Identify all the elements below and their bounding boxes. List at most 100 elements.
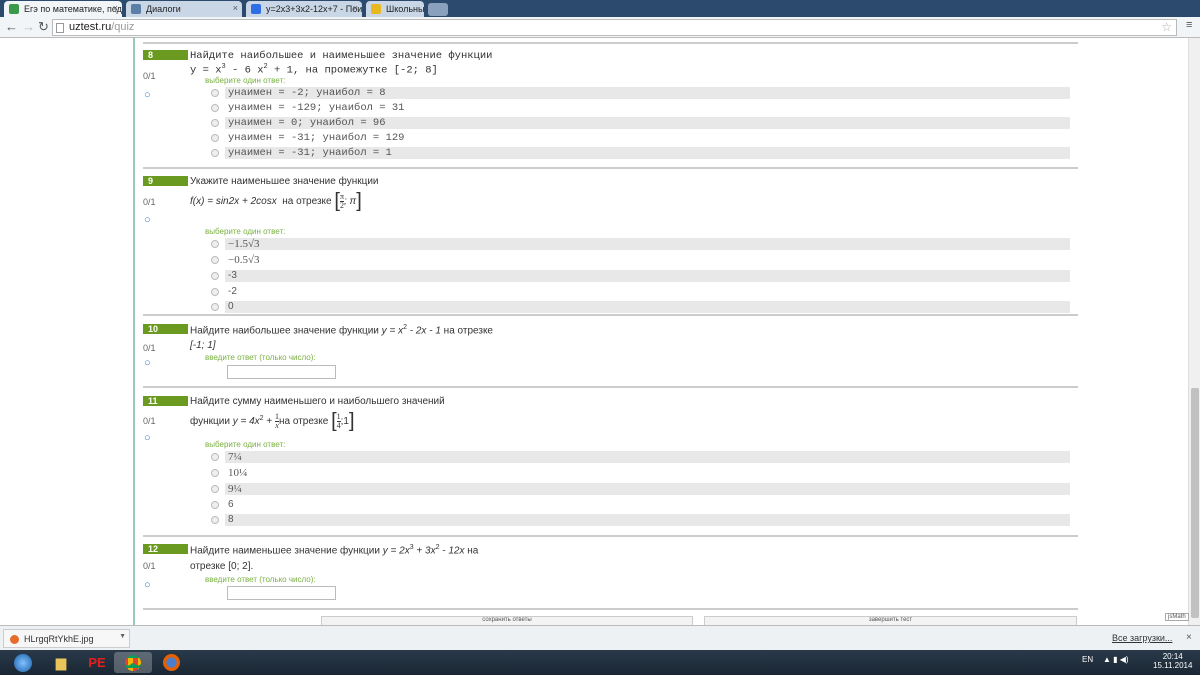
answer-option[interactable]: yнаимен = -31; yнаибол = 129: [211, 132, 1071, 144]
all-downloads-link[interactable]: Все загрузки...: [1112, 633, 1172, 643]
tab-label: y=2x3+3x2-12x+7 - Поис: [266, 4, 362, 14]
divider: [143, 386, 1078, 388]
tab-label: Диалоги: [146, 4, 181, 14]
answer-option[interactable]: 10¼: [211, 467, 1071, 479]
forward-icon[interactable]: →: [22, 19, 35, 34]
file-icon: [10, 635, 19, 644]
menu-icon[interactable]: ≡: [1186, 19, 1196, 31]
radio-button[interactable]: [211, 240, 219, 248]
question-grade: 0/1: [143, 561, 156, 571]
comment-icon[interactable]: ○: [144, 357, 151, 369]
radio-button[interactable]: [211, 288, 219, 296]
answer-option[interactable]: -2: [211, 286, 1071, 298]
tab-label: Школьные Знания.com: [386, 4, 424, 14]
answer-input[interactable]: [227, 365, 336, 379]
tab-uztest[interactable]: Егэ по математике, подг ×: [4, 1, 122, 17]
radio-button[interactable]: [211, 119, 219, 127]
scrollbar-thumb[interactable]: [1191, 388, 1199, 618]
close-icon[interactable]: ×: [1186, 632, 1192, 643]
address-bar[interactable]: uztest.ru/quiz ☆: [52, 19, 1177, 36]
divider: [143, 42, 1078, 44]
tab-dialogs[interactable]: Диалоги ×: [126, 1, 242, 17]
answer-hint: выберите один ответ:: [205, 440, 286, 449]
chrome-icon[interactable]: [114, 652, 152, 673]
download-filename: HLrgqRtYkhE.jpg: [24, 634, 94, 644]
finish-test-button[interactable]: завершить тест: [704, 616, 1077, 625]
radio-button[interactable]: [211, 303, 219, 311]
comment-icon[interactable]: ○: [144, 214, 151, 226]
question-text: Найдите наименьшее значение функции y = …: [190, 544, 479, 557]
radio-button[interactable]: [211, 516, 219, 524]
radio-button[interactable]: [211, 104, 219, 112]
quiz-page: 8 0/1 ○ Найдите наибольшее и наименьшее …: [0, 38, 1188, 625]
save-answers-button[interactable]: сохранить ответы: [321, 616, 693, 625]
language-indicator[interactable]: EN: [1082, 655, 1093, 664]
jsmath-button[interactable]: jsMath: [1165, 613, 1189, 621]
answer-option[interactable]: −0.5√3: [211, 254, 1071, 266]
reload-icon[interactable]: ↻: [38, 19, 49, 35]
pe-app-icon[interactable]: PE: [78, 652, 116, 673]
answer-input[interactable]: [227, 586, 336, 600]
divider: [143, 608, 1078, 610]
radio-button[interactable]: [211, 256, 219, 264]
answer-option[interactable]: 9¼: [211, 483, 1071, 495]
answer-option[interactable]: yнаимен = -2; yнаибол = 8: [211, 87, 1071, 99]
question-interval: отрезке [0; 2].: [190, 561, 254, 572]
close-icon[interactable]: ×: [353, 3, 358, 13]
taskbar: ▆ PE EN ▲ ▮ ◀) 20:14 15.11.2014: [0, 650, 1200, 675]
answer-hint: введите ответ (только число):: [205, 353, 316, 362]
tab-znanija[interactable]: Школьные Знания.com: [366, 1, 424, 17]
tray-icons[interactable]: ▲ ▮ ◀): [1103, 655, 1129, 664]
new-tab-button[interactable]: [428, 3, 448, 16]
question-number: 10: [143, 324, 188, 334]
left-border: [133, 38, 135, 625]
search-favicon-icon: [251, 4, 261, 14]
question-grade: 0/1: [143, 71, 156, 81]
tab-strip: Егэ по математике, подг × Диалоги × y=2x3+…: [0, 0, 1200, 17]
answer-option[interactable]: -3: [211, 270, 1071, 282]
chevron-down-icon[interactable]: ▼: [119, 633, 126, 640]
firefox-icon[interactable]: [152, 652, 190, 673]
comment-icon[interactable]: ○: [144, 579, 151, 591]
radio-button[interactable]: [211, 272, 219, 280]
radio-button[interactable]: [211, 134, 219, 142]
answer-option[interactable]: 0: [211, 301, 1071, 313]
radio-button[interactable]: [211, 453, 219, 461]
answer-option[interactable]: yнаимен = -31; yнаибол = 1: [211, 147, 1071, 159]
radio-button[interactable]: [211, 501, 219, 509]
question-function: f(x) = sin2x + 2cosx на отрезке [π 2; π]: [190, 190, 362, 212]
back-icon[interactable]: ←: [5, 19, 18, 34]
question-text: Найдите наибольшее и наименьшее значение…: [190, 50, 493, 62]
download-item[interactable]: HLrgqRtYkhE.jpg ▼: [3, 629, 130, 648]
question-interval: [-1; 1]: [190, 340, 216, 351]
question-text: Найдите наибольшее значение функции y = …: [190, 324, 493, 337]
url-path: /quiz: [111, 21, 135, 33]
scrollbar[interactable]: [1188, 38, 1200, 625]
radio-button[interactable]: [211, 149, 219, 157]
answer-option[interactable]: 6: [211, 499, 1071, 511]
comment-icon[interactable]: ○: [144, 432, 151, 444]
close-icon[interactable]: ×: [113, 3, 118, 13]
tab-search[interactable]: y=2x3+3x2-12x+7 - Поис ×: [246, 1, 362, 17]
divider: [143, 535, 1078, 537]
answer-hint: введите ответ (только число):: [205, 575, 316, 584]
close-icon[interactable]: ×: [233, 3, 238, 13]
comment-icon[interactable]: ○: [144, 89, 151, 101]
start-button[interactable]: [4, 652, 42, 673]
answer-option[interactable]: yнаимен = -129; yнаибол = 31: [211, 102, 1071, 114]
answer-option[interactable]: 8: [211, 514, 1071, 526]
divider: [143, 167, 1078, 169]
question-number: 9: [143, 176, 188, 186]
radio-button[interactable]: [211, 485, 219, 493]
radio-button[interactable]: [211, 469, 219, 477]
explorer-icon[interactable]: ▆: [42, 652, 80, 673]
browser-toolbar: ← → ↻ uztest.ru/quiz ☆ ≡: [0, 17, 1200, 38]
answer-option[interactable]: yнаимен = 0; yнаибол = 96: [211, 117, 1071, 129]
radio-button[interactable]: [211, 89, 219, 97]
answer-option[interactable]: −1.5√3: [211, 238, 1071, 250]
answer-option[interactable]: 7¼: [211, 451, 1071, 463]
bookmark-star-icon[interactable]: ☆: [1161, 20, 1172, 34]
divider: [143, 314, 1078, 316]
clock[interactable]: 20:14 15.11.2014: [1153, 652, 1192, 670]
uztest-favicon-icon: [9, 4, 19, 14]
